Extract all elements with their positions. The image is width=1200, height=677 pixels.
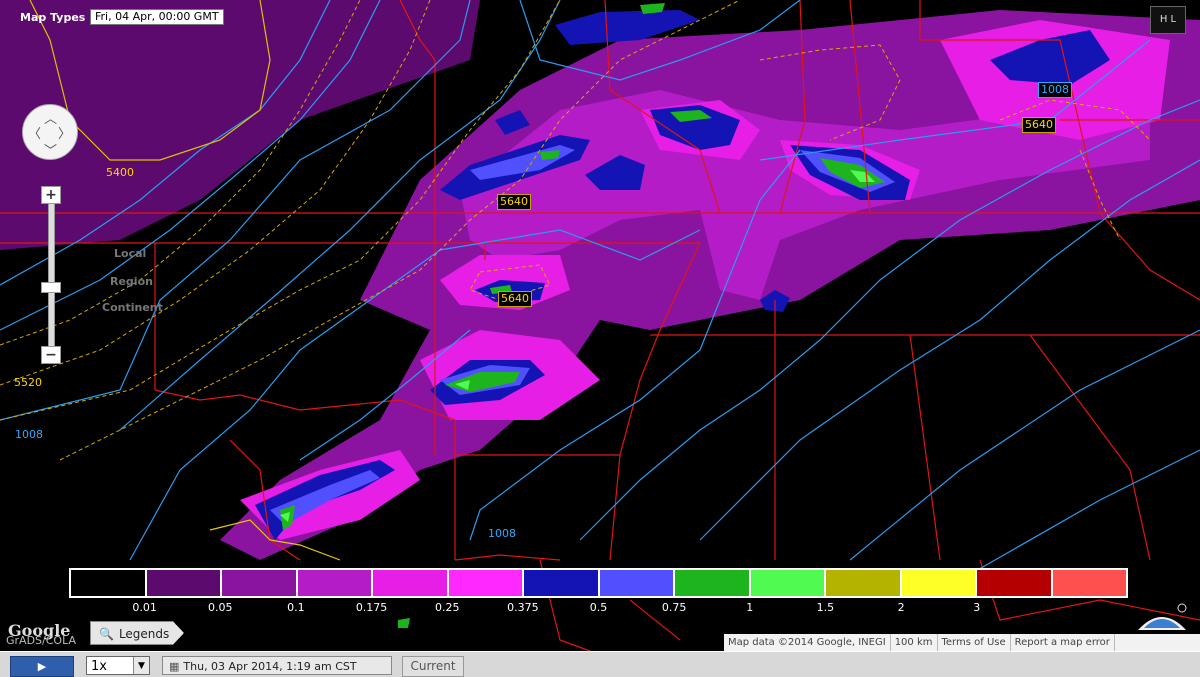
legend-swatch bbox=[901, 570, 977, 596]
grads-credit: GrADS/COLA bbox=[6, 634, 76, 647]
zoom-in-button[interactable]: + bbox=[41, 186, 61, 204]
legend-swatch bbox=[750, 570, 826, 596]
weather-service-logo bbox=[1138, 603, 1187, 630]
legend-value: 0.375 bbox=[507, 601, 539, 614]
precip-map[interactable]: 5400 5640 5640 5640 5520 1008 1008 1008 … bbox=[0, 0, 1200, 651]
height-label: 5520 bbox=[14, 376, 42, 389]
report-error-link[interactable]: Report a map error bbox=[1011, 634, 1115, 651]
map-data-credit: Map data ©2014 Google, INEGI bbox=[724, 634, 891, 651]
legend-swatch bbox=[146, 570, 222, 596]
height-label: 5640 bbox=[1022, 117, 1056, 133]
animation-toolbar: ▶ 1x ▼ ▦ Thu, 03 Apr 2014, 1:19 am CST Cu… bbox=[0, 651, 1200, 677]
hl-logo-icon[interactable]: H L bbox=[1150, 6, 1186, 34]
speed-select[interactable]: 1x ▼ bbox=[86, 656, 150, 675]
legend-swatch bbox=[977, 570, 1053, 596]
legends-button-label: Legends bbox=[118, 627, 170, 641]
legend-value: 0.25 bbox=[434, 601, 460, 614]
speed-value: 1x bbox=[91, 659, 107, 674]
precip-legend-values: 0.01 0.05 0.1 0.175 0.25 0.375 0.5 0.75 1 1.5 2 3 bbox=[0, 601, 1200, 615]
pan-right-icon[interactable]: 〉 bbox=[58, 123, 71, 142]
pan-down-icon[interactable]: ﹀ bbox=[44, 140, 57, 159]
legend-swatch bbox=[599, 570, 675, 596]
zoom-slider-handle[interactable] bbox=[41, 282, 61, 293]
zoom-level-continent[interactable]: Continent bbox=[102, 301, 163, 314]
precip-legend-bar bbox=[69, 568, 1128, 598]
calendar-icon[interactable]: ▦ bbox=[169, 657, 179, 676]
pressure-label: 1008 bbox=[15, 428, 43, 441]
height-label: 5640 bbox=[497, 194, 531, 210]
play-icon: ▶ bbox=[37, 660, 47, 673]
date-value: Thu, 03 Apr 2014, 1:19 am CST bbox=[183, 660, 357, 673]
legend-value: 0.75 bbox=[661, 601, 687, 614]
pan-up-icon[interactable]: ︿ bbox=[44, 108, 57, 127]
pan-control[interactable]: ︿ ﹀ 〈 〉 bbox=[22, 104, 78, 160]
legend-value: 0.175 bbox=[355, 601, 388, 614]
legend-value: 0.5 bbox=[589, 601, 608, 614]
date-picker[interactable]: ▦ Thu, 03 Apr 2014, 1:19 am CST bbox=[162, 656, 392, 675]
legends-button[interactable]: 🔍 Legends bbox=[90, 621, 184, 645]
pressure-label: 1008 bbox=[1038, 82, 1072, 98]
legend-swatch bbox=[524, 570, 600, 596]
legend-value: 0.05 bbox=[208, 601, 233, 614]
legend-value: 1 bbox=[746, 601, 754, 614]
zoom-level-region[interactable]: Region bbox=[110, 275, 153, 288]
current-button[interactable]: Current bbox=[402, 656, 464, 677]
legend-swatch bbox=[373, 570, 449, 596]
pressure-label: 1008 bbox=[488, 527, 516, 540]
play-button[interactable]: ▶ bbox=[10, 656, 74, 677]
legend-swatch bbox=[297, 570, 373, 596]
pan-left-icon[interactable]: 〈 bbox=[28, 123, 41, 142]
precipitation-field bbox=[0, 0, 1200, 651]
map-types-menu[interactable]: Map Types bbox=[20, 11, 85, 24]
precip-purple-light bbox=[0, 0, 1200, 560]
height-label: 5640 bbox=[498, 291, 532, 307]
zoom-level-local[interactable]: Local bbox=[114, 247, 146, 260]
legend-swatch bbox=[826, 570, 902, 596]
legend-value: 1.5 bbox=[816, 601, 835, 614]
chevron-down-icon[interactable]: ▼ bbox=[133, 657, 149, 674]
height-label: 5400 bbox=[106, 166, 134, 179]
map-attribution-bar: Map data ©2014 Google, INEGI 100 km Term… bbox=[724, 634, 1200, 651]
legend-swatch bbox=[448, 570, 524, 596]
magnifier-icon: 🔍 bbox=[99, 627, 114, 641]
terms-link[interactable]: Terms of Use bbox=[938, 634, 1011, 651]
legend-swatch bbox=[71, 570, 147, 596]
legend-value: 0.01 bbox=[132, 601, 157, 614]
legend-value: 0.1 bbox=[287, 601, 305, 614]
legend-swatch bbox=[675, 570, 751, 596]
scale-bar: 100 km bbox=[891, 634, 938, 651]
zoom-slider-track[interactable] bbox=[48, 197, 55, 349]
valid-time-label: Fri, 04 Apr, 00:00 GMT bbox=[90, 9, 224, 25]
legend-swatch bbox=[1052, 570, 1126, 596]
legend-value: 2 bbox=[897, 601, 905, 614]
zoom-out-button[interactable]: − bbox=[41, 346, 61, 364]
legend-value: 3 bbox=[973, 601, 981, 614]
legend-swatch bbox=[222, 570, 298, 596]
